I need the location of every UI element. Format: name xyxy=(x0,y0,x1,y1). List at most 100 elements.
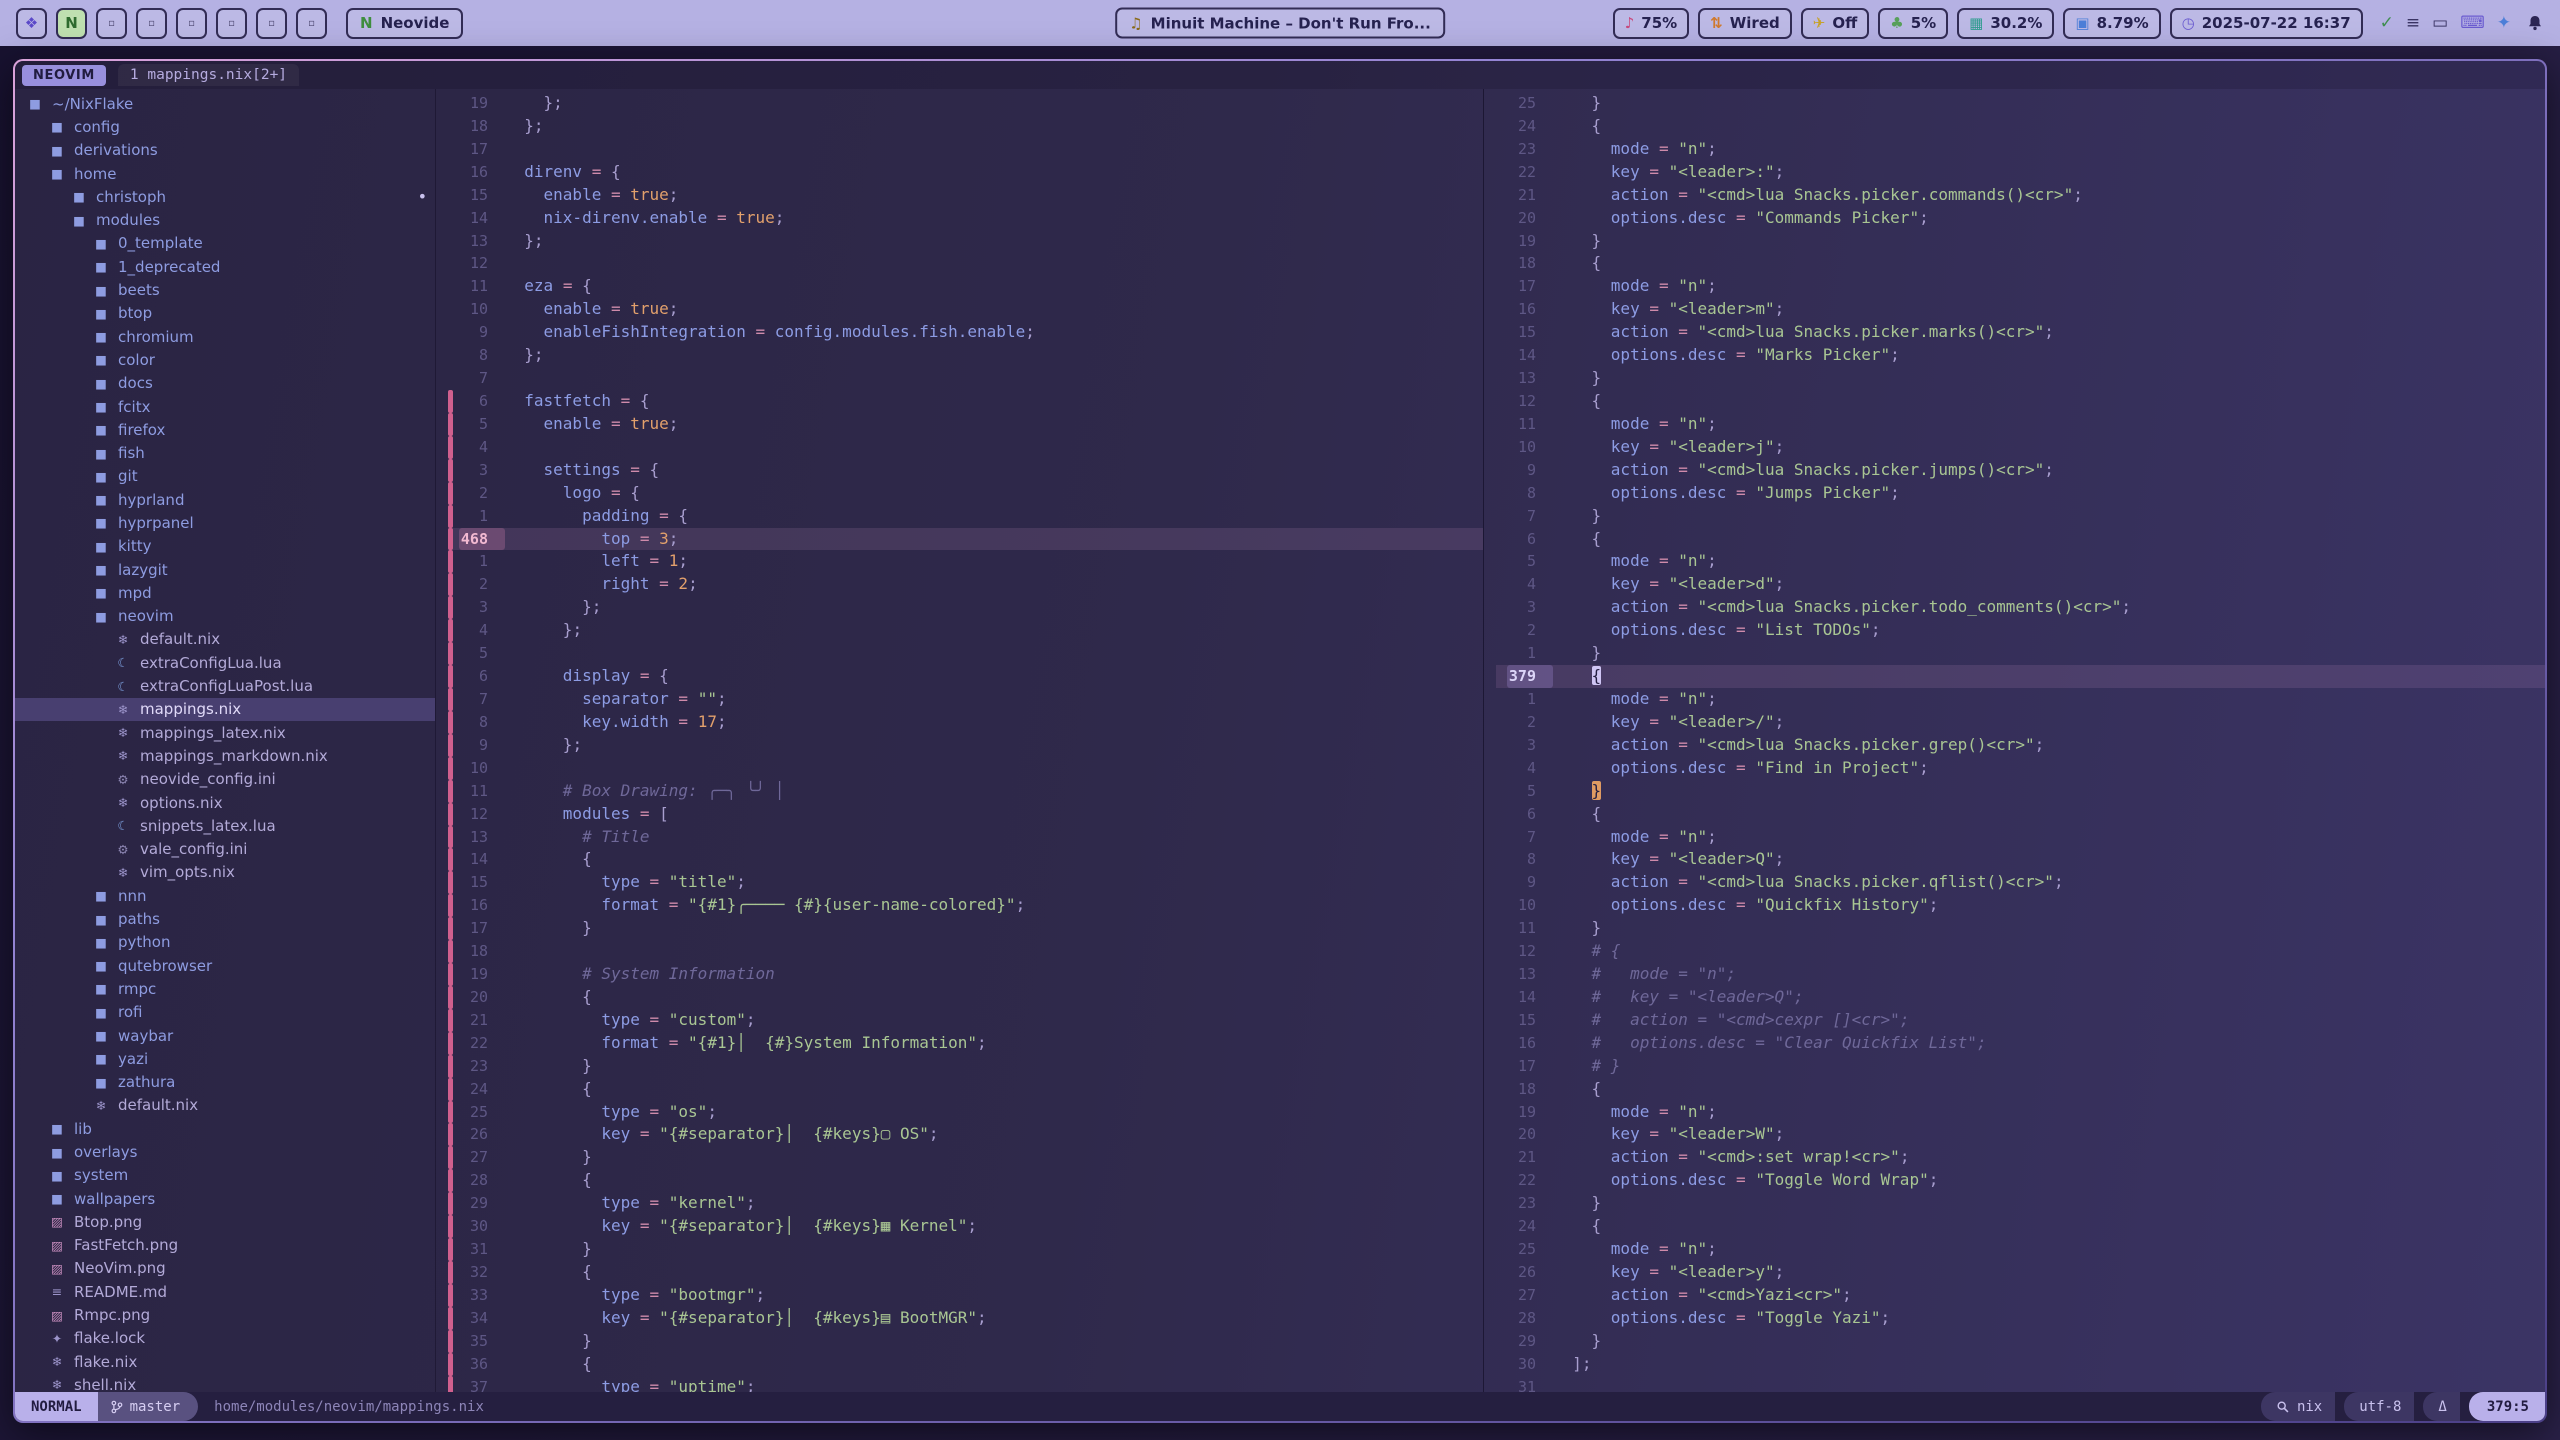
code-line[interactable]: 25 type = "os"; xyxy=(448,1101,1483,1124)
tree-item[interactable]: ■paths xyxy=(15,907,435,930)
code-line[interactable]: 20 { xyxy=(448,986,1483,1009)
disk-module[interactable]: ▣8.79% xyxy=(2063,8,2160,39)
code-line[interactable]: 2 logo = { xyxy=(448,482,1483,505)
bluetooth-icon[interactable]: ✦ xyxy=(2497,13,2511,33)
code-line[interactable]: 7 xyxy=(448,367,1483,390)
code-line[interactable]: 35 } xyxy=(448,1330,1483,1353)
code-line[interactable]: 33 type = "bootmgr"; xyxy=(448,1284,1483,1307)
code-line[interactable]: 28 { xyxy=(448,1169,1483,1192)
workspace-button[interactable]: ▫ xyxy=(136,8,167,39)
code-line[interactable]: 6 fastfetch = { xyxy=(448,390,1483,413)
tree-item[interactable]: ▨Rmpc.png xyxy=(15,1303,435,1326)
workspace-button[interactable]: ▫ xyxy=(96,8,127,39)
code-line[interactable]: 9 action = "<cmd>lua Snacks.picker.jumps… xyxy=(1496,459,2545,482)
tree-item[interactable]: ■modules xyxy=(15,208,435,231)
tree-item[interactable]: ■wallpapers xyxy=(15,1187,435,1210)
code-line[interactable]: 5 xyxy=(448,642,1483,665)
code-line[interactable]: 1 mode = "n"; xyxy=(1496,688,2545,711)
code-line[interactable]: 468 top = 3; xyxy=(448,528,1483,551)
code-line[interactable]: 22 format = "{#1}│ {#}System Information… xyxy=(448,1032,1483,1055)
tree-item[interactable]: ▨NeoVim.png xyxy=(15,1257,435,1280)
code-line[interactable]: 26 key = "<leader>y"; xyxy=(1496,1261,2545,1284)
tree-item[interactable]: ■fcitx xyxy=(15,395,435,418)
window-title-widget[interactable]: N Neovide xyxy=(346,8,463,39)
code-line[interactable]: 8 }; xyxy=(448,344,1483,367)
tree-item[interactable]: ■home xyxy=(15,162,435,185)
tree-item[interactable]: ■python xyxy=(15,931,435,954)
code-line[interactable]: 3 }; xyxy=(448,596,1483,619)
code-line[interactable]: 30 ]; xyxy=(1496,1353,2545,1376)
code-line[interactable]: 9 enableFishIntegration = config.modules… xyxy=(448,321,1483,344)
code-line[interactable]: 24 { xyxy=(448,1078,1483,1101)
tree-item[interactable]: ❄shell.nix xyxy=(15,1373,435,1392)
code-line[interactable]: 16 format = "{#1}╭──── {#}{user-name-col… xyxy=(448,894,1483,917)
code-line[interactable]: 379 { xyxy=(1496,665,2545,688)
code-line[interactable]: 16 direnv = { xyxy=(448,161,1483,184)
tree-item[interactable]: ■chromium xyxy=(15,325,435,348)
tree-item[interactable]: ❄options.nix xyxy=(15,791,435,814)
tree-item[interactable]: ❄mappings_markdown.nix xyxy=(15,744,435,767)
code-line[interactable]: 3 action = "<cmd>lua Snacks.picker.todo_… xyxy=(1496,596,2545,619)
code-line[interactable]: 16 key = "<leader>m"; xyxy=(1496,298,2545,321)
code-line[interactable]: 29 type = "kernel"; xyxy=(448,1192,1483,1215)
code-line[interactable]: 24 { xyxy=(1496,115,2545,138)
tree-item[interactable]: ■fish xyxy=(15,441,435,464)
code-line[interactable]: 15 type = "title"; xyxy=(448,871,1483,894)
code-line[interactable]: 6 { xyxy=(1496,803,2545,826)
code-line[interactable]: 17 xyxy=(448,138,1483,161)
code-line[interactable]: 10 options.desc = "Quickfix History"; xyxy=(1496,894,2545,917)
code-line[interactable]: 22 key = "<leader>:"; xyxy=(1496,161,2545,184)
code-line[interactable]: 19 mode = "n"; xyxy=(1496,1101,2545,1124)
code-line[interactable]: 11 eza = { xyxy=(448,275,1483,298)
code-line[interactable]: 14 nix-direnv.enable = true; xyxy=(448,207,1483,230)
code-line[interactable]: 13 } xyxy=(1496,367,2545,390)
code-line[interactable]: 5 } xyxy=(1496,780,2545,803)
code-line[interactable]: 5 mode = "n"; xyxy=(1496,550,2545,573)
code-line[interactable]: 25 mode = "n"; xyxy=(1496,1238,2545,1261)
code-line[interactable]: 19 } xyxy=(1496,230,2545,253)
workspace-button[interactable]: ▫ xyxy=(296,8,327,39)
code-line[interactable]: 10 enable = true; xyxy=(448,298,1483,321)
tree-item[interactable]: ■rofi xyxy=(15,1001,435,1024)
clipboard-icon[interactable]: ≡ xyxy=(2406,13,2420,33)
code-line[interactable]: 30 key = "{#separator}│ {#keys}▦ Kernel"… xyxy=(448,1215,1483,1238)
code-line[interactable]: 23 } xyxy=(448,1055,1483,1078)
code-line[interactable]: 27 action = "<cmd>Yazi<cr>"; xyxy=(1496,1284,2545,1307)
tree-item[interactable]: ▨Btop.png xyxy=(15,1210,435,1233)
tree-item[interactable]: ■1_deprecated xyxy=(15,255,435,278)
tree-item[interactable]: ■neovim xyxy=(15,605,435,628)
tree-item[interactable]: ❄default.nix xyxy=(15,628,435,651)
music-player-widget[interactable]: ♫ Minuit Machine – Don't Run Fro... xyxy=(1115,8,1445,39)
code-line[interactable]: 13 }; xyxy=(448,230,1483,253)
code-line[interactable]: 31 xyxy=(1496,1376,2545,1392)
tree-item[interactable]: ❄vim_opts.nix xyxy=(15,861,435,884)
code-line[interactable]: 22 options.desc = "Toggle Word Wrap"; xyxy=(1496,1169,2545,1192)
code-line[interactable]: 11 # Box Drawing: ╭─╮ ╰╯ │ xyxy=(448,780,1483,803)
workspace-button[interactable]: ▫ xyxy=(176,8,207,39)
code-line[interactable]: 14 # key = "<leader>Q"; xyxy=(1496,986,2545,1009)
buffer-tab[interactable]: 1 mappings.nix[2+] xyxy=(118,64,299,86)
code-line[interactable]: 3 action = "<cmd>lua Snacks.picker.grep(… xyxy=(1496,734,2545,757)
code-line[interactable]: 37 type = "uptime"; xyxy=(448,1376,1483,1392)
code-line[interactable]: 23 mode = "n"; xyxy=(1496,138,2545,161)
code-line[interactable]: 32 { xyxy=(448,1261,1483,1284)
code-line[interactable]: 21 action = "<cmd>:set wrap!<cr>"; xyxy=(1496,1146,2545,1169)
code-line[interactable]: 11 mode = "n"; xyxy=(1496,413,2545,436)
code-line[interactable]: 4 xyxy=(448,436,1483,459)
code-line[interactable]: 20 key = "<leader>W"; xyxy=(1496,1123,2545,1146)
code-line[interactable]: 18 { xyxy=(1496,252,2545,275)
code-line[interactable]: 14 { xyxy=(448,848,1483,871)
code-line[interactable]: 21 type = "custom"; xyxy=(448,1009,1483,1032)
code-line[interactable]: 4 }; xyxy=(448,619,1483,642)
workspace-button[interactable]: ▫ xyxy=(256,8,287,39)
tree-item[interactable]: ■hyprpanel xyxy=(15,511,435,534)
tree-item[interactable]: ■mpd xyxy=(15,581,435,604)
code-line[interactable]: 7 mode = "n"; xyxy=(1496,826,2545,849)
code-line[interactable]: 19 }; xyxy=(448,92,1483,115)
tree-item[interactable]: ☾extraConfigLuaPost.lua xyxy=(15,674,435,697)
code-line[interactable]: 10 xyxy=(448,757,1483,780)
code-line[interactable]: 29 } xyxy=(1496,1330,2545,1353)
code-line[interactable]: 12 { xyxy=(1496,390,2545,413)
code-line[interactable]: 2 options.desc = "List TODOs"; xyxy=(1496,619,2545,642)
code-line[interactable]: 6 { xyxy=(1496,528,2545,551)
